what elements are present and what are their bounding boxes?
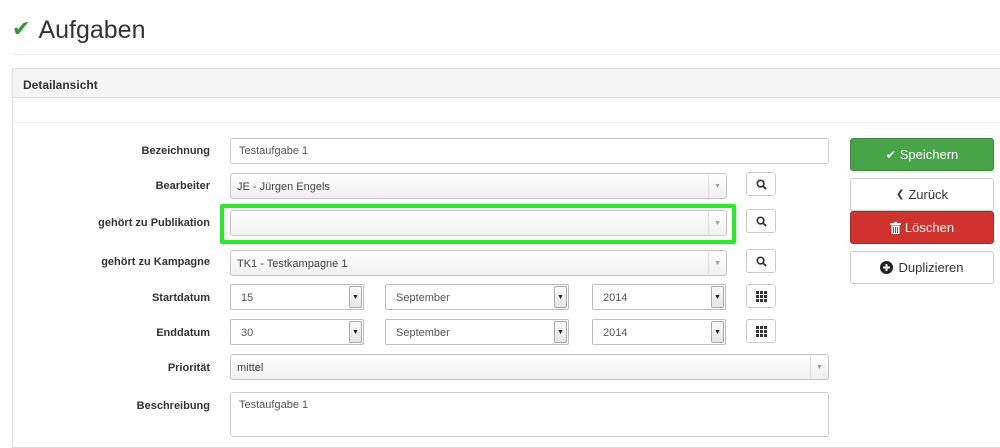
bearbeiter-search-button[interactable] xyxy=(746,172,776,196)
prioritaet-select[interactable]: mittel ▼ xyxy=(230,354,829,380)
beschreibung-textarea[interactable]: Testaufgabe 1 xyxy=(230,392,829,437)
checkmark-icon: ✔ xyxy=(885,147,896,162)
plus-circle-icon xyxy=(880,261,894,274)
page-header: ✔ Aufgaben xyxy=(12,12,145,48)
startdatum-year-value: 2014 xyxy=(603,292,628,304)
publikation-label: gehört zu Publikation xyxy=(98,217,210,229)
startdatum-label: Startdatum xyxy=(151,292,210,304)
delete-button[interactable]: Löschen xyxy=(850,211,994,244)
bezeichnung-input[interactable]: Testaufgabe 1 xyxy=(230,138,829,164)
chevron-down-icon: ▼ xyxy=(708,251,726,275)
publikation-search-button[interactable] xyxy=(746,209,776,233)
enddatum-day-value: 30 xyxy=(241,327,254,339)
panel-heading: Detailansicht xyxy=(13,69,1000,98)
save-button-label: Speichern xyxy=(899,147,959,162)
calendar-grid-icon xyxy=(755,325,767,337)
startdatum-calendar-button[interactable] xyxy=(746,284,776,308)
dropdown-arrow-icon: ▼ xyxy=(349,321,362,343)
trash-icon xyxy=(889,221,901,234)
back-button[interactable]: ❮ Zurück xyxy=(850,178,994,211)
panel-divider xyxy=(12,122,1000,123)
search-icon xyxy=(755,255,767,267)
enddatum-month-value: September xyxy=(396,327,450,339)
calendar-grid-icon xyxy=(755,290,767,302)
dropdown-arrow-icon: ▼ xyxy=(554,286,567,308)
startdatum-day-value: 15 xyxy=(241,292,254,304)
enddatum-year-value: 2014 xyxy=(603,327,628,339)
startdatum-month-value: September xyxy=(396,292,450,304)
bearbeiter-value: JE - Jürgen Engels xyxy=(237,181,330,193)
bearbeiter-label: Bearbeiter xyxy=(155,180,210,192)
dropdown-arrow-icon: ▼ xyxy=(711,321,724,343)
back-button-label: Zurück xyxy=(908,187,949,202)
highlight-box xyxy=(220,204,736,244)
prioritaet-label: Priorität xyxy=(167,362,210,374)
startdatum-month-select[interactable]: September ▼ xyxy=(385,284,569,310)
kampagne-value: TK1 - Testkampagne 1 xyxy=(237,258,348,270)
dropdown-arrow-icon: ▼ xyxy=(554,321,567,343)
page-title: Aufgaben xyxy=(38,15,146,44)
kampagne-search-button[interactable] xyxy=(746,249,776,273)
delete-button-label: Löschen xyxy=(904,220,955,235)
save-button[interactable]: ✔ Speichern xyxy=(850,138,994,171)
chevron-left-icon: ❮ xyxy=(895,189,905,200)
duplicate-button[interactable]: Duplizieren xyxy=(850,251,994,284)
enddatum-month-select[interactable]: September ▼ xyxy=(385,319,569,345)
checkmark-icon: ✔ xyxy=(12,17,31,42)
search-icon xyxy=(755,215,767,227)
duplicate-button-label: Duplizieren xyxy=(898,260,964,275)
chevron-down-icon: ▼ xyxy=(810,355,828,379)
kampagne-select[interactable]: TK1 - Testkampagne 1 ▼ xyxy=(230,250,727,276)
enddatum-label: Enddatum xyxy=(156,327,210,339)
chevron-down-icon: ▼ xyxy=(708,174,726,198)
bearbeiter-select[interactable]: JE - Jürgen Engels ▼ xyxy=(230,173,727,199)
kampagne-label: gehört zu Kampagne xyxy=(101,256,210,268)
search-icon xyxy=(755,178,767,190)
enddatum-day-select[interactable]: 30 ▼ xyxy=(230,319,364,345)
prioritaet-value: mittel xyxy=(237,362,264,374)
startdatum-day-select[interactable]: 15 ▼ xyxy=(230,284,364,310)
dropdown-arrow-icon: ▼ xyxy=(711,286,724,308)
enddatum-year-select[interactable]: 2014 ▼ xyxy=(592,319,726,345)
dropdown-arrow-icon: ▼ xyxy=(349,286,362,308)
startdatum-year-select[interactable]: 2014 ▼ xyxy=(592,284,726,310)
header-divider xyxy=(12,54,1000,55)
enddatum-calendar-button[interactable] xyxy=(746,319,776,343)
bezeichnung-label: Bezeichnung xyxy=(141,145,210,157)
beschreibung-label: Beschreibung xyxy=(136,400,210,412)
